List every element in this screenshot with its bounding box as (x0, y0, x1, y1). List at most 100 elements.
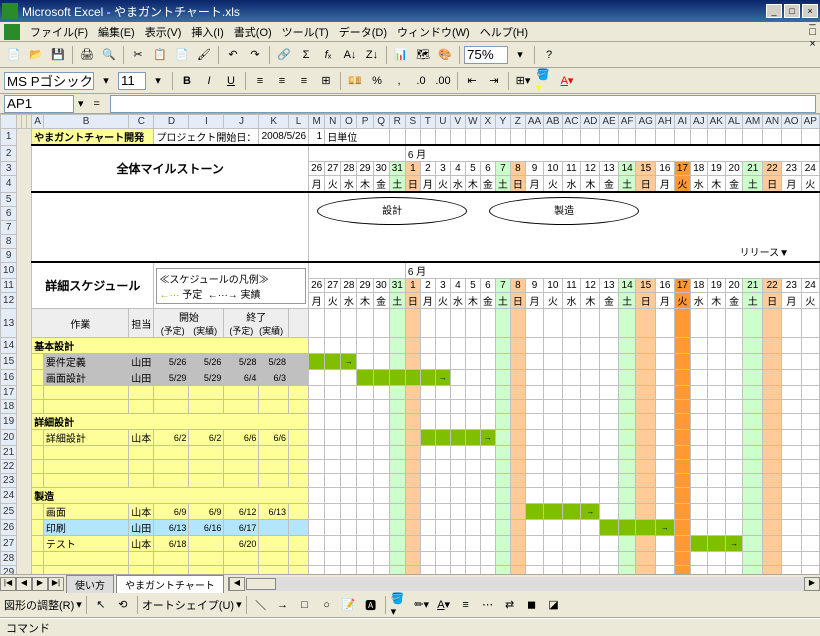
col-header[interactable]: W (465, 115, 480, 129)
dash-style-button[interactable]: ⋯ (478, 595, 498, 615)
col-header[interactable]: AO (782, 115, 801, 129)
save-button[interactable]: 💾 (48, 45, 68, 65)
col-header[interactable]: AI (674, 115, 690, 129)
col-header[interactable]: AC (562, 115, 581, 129)
gantt-bar[interactable] (600, 520, 618, 536)
gantt-bar[interactable] (420, 430, 435, 446)
row-header[interactable]: 5 (1, 192, 17, 206)
rotate-button[interactable]: ⟲ (113, 595, 133, 615)
col-header[interactable]: O (341, 115, 357, 129)
zoom-dropdown[interactable]: ▾ (510, 45, 530, 65)
col-header[interactable]: R (389, 115, 405, 129)
chart-button[interactable]: 📊 (391, 45, 411, 65)
gantt-bar[interactable] (636, 520, 655, 536)
arrow-style-button[interactable]: ⇄ (500, 595, 520, 615)
line-button[interactable]: ＼ (251, 595, 271, 615)
col-header[interactable]: D (154, 115, 189, 129)
row-header[interactable]: 7 (1, 220, 17, 234)
col-header[interactable]: AL (725, 115, 742, 129)
redo-button[interactable]: ↷ (245, 45, 265, 65)
menu-tools[interactable]: ツール(T) (278, 22, 333, 42)
tab-nav-next[interactable]: ▶ (32, 577, 48, 591)
col-header[interactable]: S (405, 115, 420, 129)
gantt-bar[interactable] (325, 354, 341, 370)
col-header[interactable]: AH (655, 115, 674, 129)
row-header[interactable]: 25 (1, 504, 17, 520)
font-input[interactable] (4, 72, 94, 90)
row-header[interactable]: 22 (1, 460, 17, 474)
menu-format[interactable]: 書式(O) (230, 22, 276, 42)
row-header[interactable]: 10 (1, 262, 17, 279)
row-header[interactable]: 20 (1, 430, 17, 446)
col-header[interactable]: AA (525, 115, 543, 129)
row-header[interactable]: 1 (1, 129, 17, 146)
menu-file[interactable]: ファイル(F) (26, 22, 92, 42)
col-header[interactable]: B (43, 115, 128, 129)
currency-button[interactable]: 💴 (345, 71, 365, 91)
minimize-button[interactable]: _ (766, 4, 782, 18)
doc-close-button[interactable]: × (809, 38, 816, 50)
hscroll-thumb[interactable] (246, 578, 276, 590)
doc-minimize-button[interactable]: _ (809, 14, 816, 26)
open-button[interactable]: 📂 (26, 45, 46, 65)
col-header[interactable]: K (259, 115, 289, 129)
font-dropdown[interactable]: ▾ (96, 71, 116, 91)
col-header[interactable]: V (450, 115, 465, 129)
gantt-bar[interactable]: → (341, 354, 357, 370)
row-header[interactable]: 17 (1, 386, 17, 400)
row-header[interactable]: 15 (1, 354, 17, 370)
gantt-bar[interactable] (420, 370, 435, 386)
draw-menu[interactable]: 図形の調整(R) (4, 597, 74, 613)
help-button[interactable]: ? (539, 45, 559, 65)
function-button[interactable]: fₓ (318, 45, 338, 65)
font-color-button2[interactable]: A▾ (434, 595, 454, 615)
tab-nav-last[interactable]: ▶| (48, 577, 64, 591)
gantt-bar[interactable] (562, 504, 581, 520)
col-header[interactable]: C (129, 115, 154, 129)
row-header[interactable]: 27 (1, 536, 17, 552)
line-style-button[interactable]: ≡ (456, 595, 476, 615)
col-header[interactable]: AB (544, 115, 562, 129)
row-header[interactable]: 19 (1, 414, 17, 430)
row-header[interactable]: 11 (1, 279, 17, 293)
name-box-dropdown[interactable]: ▾ (78, 97, 84, 110)
gantt-bar[interactable] (450, 430, 465, 446)
col-header[interactable]: AE (600, 115, 618, 129)
row-header[interactable]: 9 (1, 248, 17, 262)
arrow-button[interactable]: → (273, 595, 293, 615)
format-painter-button[interactable]: 🖌 (194, 45, 214, 65)
gantt-bar[interactable] (544, 504, 562, 520)
row-header[interactable]: 16 (1, 370, 17, 386)
sort-desc-button[interactable]: Z↓ (362, 45, 382, 65)
col-header[interactable]: Q (373, 115, 389, 129)
size-dropdown[interactable]: ▾ (148, 71, 168, 91)
rect-button[interactable]: □ (295, 595, 315, 615)
col-header[interactable]: Z (510, 115, 525, 129)
fill-button[interactable]: 🪣▾ (390, 595, 410, 615)
gantt-bar[interactable] (618, 520, 636, 536)
gantt-bar[interactable] (690, 536, 707, 552)
align-left-button[interactable]: ≡ (250, 71, 270, 91)
row-header[interactable]: 6 (1, 206, 17, 220)
gantt-bar[interactable] (357, 370, 373, 386)
row-header[interactable]: 14 (1, 338, 17, 354)
drawing-button[interactable]: 🎨 (435, 45, 455, 65)
col-header[interactable]: AG (636, 115, 655, 129)
undo-button[interactable]: ↶ (223, 45, 243, 65)
gantt-bar[interactable] (405, 370, 420, 386)
select-all[interactable] (1, 115, 17, 129)
row-header[interactable]: 2 (1, 145, 17, 162)
merge-button[interactable]: ⊞ (316, 71, 336, 91)
gantt-bar[interactable]: → (581, 504, 600, 520)
col-header[interactable]: AK (707, 115, 725, 129)
textbox-button[interactable]: 📝 (339, 595, 359, 615)
row-header[interactable]: 13 (1, 309, 17, 338)
font-color-button[interactable]: A▾ (557, 71, 577, 91)
row-header[interactable]: 8 (1, 234, 17, 248)
hyperlink-button[interactable]: 🔗 (274, 45, 294, 65)
col-header[interactable]: AF (618, 115, 636, 129)
row-header[interactable]: 28 (1, 552, 17, 566)
ellipse-build[interactable]: 製造 (489, 197, 639, 225)
col-header[interactable]: N (325, 115, 341, 129)
map-button[interactable]: 🗺 (413, 45, 433, 65)
